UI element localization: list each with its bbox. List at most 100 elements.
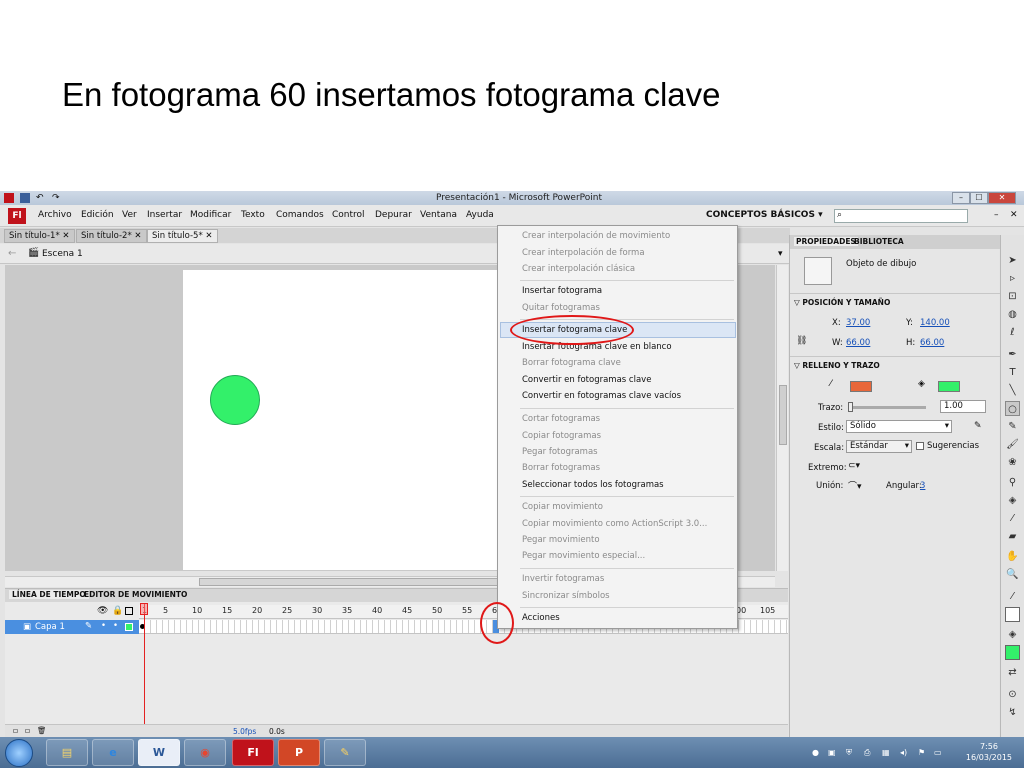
zoom-tool-icon[interactable]: 🔍: [1005, 567, 1020, 582]
close-button[interactable]: ✕: [988, 192, 1016, 204]
swap-colors-icon[interactable]: ⇄: [1005, 665, 1020, 680]
maximize-button[interactable]: ☐: [970, 192, 988, 204]
close-doc-icon[interactable]: ✕: [1010, 210, 1018, 220]
edit-style-icon[interactable]: ✎: [974, 421, 982, 431]
stroke-color-box[interactable]: [1005, 607, 1020, 622]
tab-sin-titulo-5[interactable]: Sin título-5* ✕: [147, 229, 218, 243]
section-posicion-tamano[interactable]: ▽ POSICIÓN Y TAMAÑO: [794, 298, 890, 307]
chevron-down-icon[interactable]: ▾: [778, 249, 783, 259]
pen-tool-icon[interactable]: ✒: [1005, 347, 1020, 362]
outline-icon[interactable]: [125, 607, 133, 615]
fill-bucket-icon[interactable]: ◈: [1005, 627, 1020, 642]
stroke-color-swatch[interactable]: [850, 381, 872, 392]
menu-item-seleccionar-todos[interactable]: Seleccionar todos los fotogramas: [522, 480, 664, 490]
menu-ayuda[interactable]: Ayuda: [466, 210, 494, 220]
tray-app-icon[interactable]: ▣: [828, 748, 838, 758]
subselection-tool-icon[interactable]: ▹: [1005, 271, 1020, 286]
deco-tool-icon[interactable]: ❀: [1005, 455, 1020, 470]
menu-item-pegar-movimiento-especial[interactable]: Pegar movimiento especial...: [522, 551, 645, 561]
undo-icon[interactable]: ↶: [36, 193, 46, 203]
cap-icon[interactable]: ⊂▾: [848, 461, 860, 471]
menu-item-cortar-fotogramas[interactable]: Cortar fotogramas: [522, 414, 600, 424]
eye-icon[interactable]: 👁: [97, 606, 108, 616]
h-value[interactable]: 66.00: [920, 338, 944, 348]
new-layer-icon[interactable]: ▫: [13, 726, 18, 735]
line-tool-icon[interactable]: ╲: [1005, 383, 1020, 398]
menu-edicion[interactable]: Edición: [81, 210, 114, 220]
sugerencias-checkbox[interactable]: [916, 442, 924, 450]
delete-icon[interactable]: 🗑: [37, 726, 47, 735]
tray-record-icon[interactable]: ●: [812, 748, 822, 758]
stroke-slider[interactable]: [848, 402, 926, 412]
slider-handle[interactable]: [848, 402, 853, 412]
save-icon[interactable]: [20, 193, 30, 203]
pencil-tool-icon[interactable]: ✎: [1005, 419, 1020, 434]
playhead-handle[interactable]: [140, 603, 148, 615]
close-icon[interactable]: ✕: [134, 231, 141, 241]
workspace-switcher[interactable]: CONCEPTOS BÁSICOS ▾: [706, 210, 823, 220]
menu-depurar[interactable]: Depurar: [375, 210, 412, 220]
menu-item-pegar-fotogramas[interactable]: Pegar fotogramas: [522, 447, 598, 457]
tray-flag-icon[interactable]: ⚑: [918, 748, 928, 758]
lock-icon[interactable]: 🔒: [112, 606, 123, 616]
menu-control[interactable]: Control: [332, 210, 365, 220]
tray-volume-icon[interactable]: ◂): [900, 748, 910, 758]
link-icon[interactable]: ⛓: [796, 336, 807, 346]
tab-sin-titulo-2[interactable]: Sin título-2* ✕: [76, 229, 147, 243]
close-icon[interactable]: ✕: [205, 231, 212, 241]
internet-explorer-icon[interactable]: e: [92, 739, 134, 766]
escala-select[interactable]: Estándar ▾: [846, 440, 912, 453]
tray-battery-icon[interactable]: ▭: [934, 748, 944, 758]
menu-archivo[interactable]: Archivo: [38, 210, 72, 220]
menu-item-crear-interpolacion-movimiento[interactable]: Crear interpolación de movimiento: [522, 231, 670, 241]
playhead[interactable]: [144, 603, 145, 740]
menu-ventana[interactable]: Ventana: [420, 210, 457, 220]
menu-item-invertir-fotogramas[interactable]: Invertir fotogramas: [522, 574, 604, 584]
menu-item-crear-interpolacion-clasica[interactable]: Crear interpolación clásica: [522, 264, 635, 274]
snap-icon[interactable]: ⊙: [1005, 687, 1020, 702]
menu-item-borrar-fotograma-clave[interactable]: Borrar fotograma clave: [522, 358, 621, 368]
y-value[interactable]: 140.00: [920, 318, 950, 328]
layer-color-icon[interactable]: [125, 623, 133, 631]
redo-icon[interactable]: ↷: [52, 193, 62, 203]
lasso-icon[interactable]: ℓ: [1005, 325, 1020, 340]
menu-item-quitar-fotogramas[interactable]: Quitar fotogramas: [522, 303, 600, 313]
w-value[interactable]: 66.00: [846, 338, 870, 348]
angular-value[interactable]: 3: [920, 481, 925, 491]
paint-icon[interactable]: ✎: [324, 739, 366, 766]
oval-tool-icon[interactable]: ○: [1005, 401, 1020, 416]
menu-item-borrar-fotogramas[interactable]: Borrar fotogramas: [522, 463, 600, 473]
stroke-color-icon[interactable]: ⁄: [1005, 589, 1020, 604]
tab-linea-de-tiempo[interactable]: LÍNEA DE TIEMPO: [9, 590, 89, 599]
eraser-icon[interactable]: ▰: [1005, 529, 1020, 544]
x-value[interactable]: 37.00: [846, 318, 870, 328]
chrome-icon[interactable]: ◉: [184, 739, 226, 766]
tab-biblioteca[interactable]: BIBLIOTECA: [854, 237, 904, 246]
menu-comandos[interactable]: Comandos: [276, 210, 324, 220]
menu-item-acciones[interactable]: Acciones: [522, 613, 560, 623]
stage-canvas[interactable]: [183, 270, 498, 570]
eyedropper-icon[interactable]: ⁄: [1005, 511, 1020, 526]
stroke-width-input[interactable]: 1.00: [940, 400, 986, 413]
minimize-button[interactable]: –: [952, 192, 970, 204]
menu-item-copiar-movimiento[interactable]: Copiar movimiento: [522, 502, 603, 512]
menu-texto[interactable]: Texto: [241, 210, 265, 220]
dot-icon[interactable]: •: [101, 621, 106, 631]
smooth-icon[interactable]: ↯: [1005, 705, 1020, 720]
hand-tool-icon[interactable]: ✋: [1005, 549, 1020, 564]
search-input[interactable]: ⌕: [834, 209, 968, 223]
menu-modificar[interactable]: Modificar: [190, 210, 231, 220]
dot-icon[interactable]: •: [113, 621, 118, 631]
3d-rotation-icon[interactable]: ◍: [1005, 307, 1020, 322]
menu-item-pegar-movimiento[interactable]: Pegar movimiento: [522, 535, 600, 545]
tab-editor-de-movimiento[interactable]: EDITOR DE MOVIMIENTO: [81, 590, 190, 599]
menu-insertar[interactable]: Insertar: [147, 210, 182, 220]
free-transform-icon[interactable]: ⊡: [1005, 289, 1020, 304]
menu-item-copiar-fotogramas[interactable]: Copiar fotogramas: [522, 431, 601, 441]
start-button[interactable]: [5, 739, 33, 767]
menu-item-sincronizar-simbolos[interactable]: Sincronizar símbolos: [522, 591, 610, 601]
new-folder-icon[interactable]: ▫: [25, 726, 30, 735]
powerpoint-app-icon[interactable]: [4, 193, 14, 203]
explorer-icon[interactable]: ▤: [46, 739, 88, 766]
section-relleno-trazo[interactable]: ▽ RELLENO Y TRAZO: [794, 361, 880, 370]
